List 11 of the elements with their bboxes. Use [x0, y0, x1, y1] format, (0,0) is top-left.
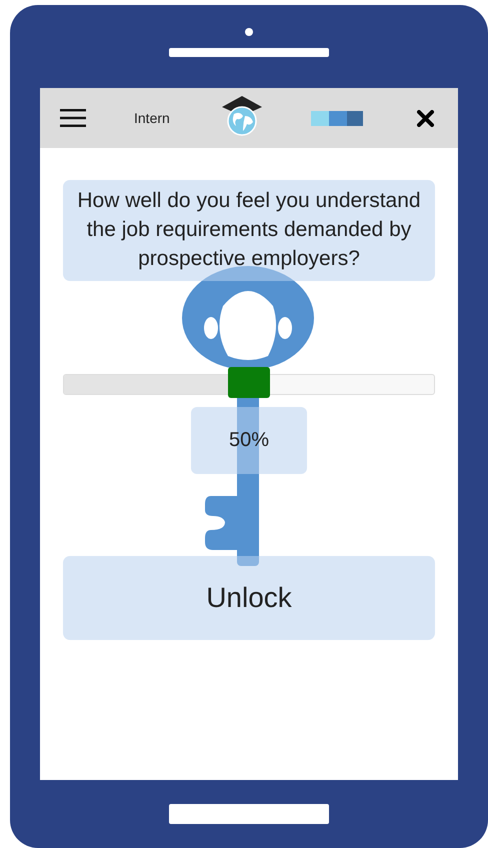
percent-reading: 50%: [191, 407, 307, 474]
question-text: How well do you feel you understand the job requirements demanded by prospective employers?: [63, 180, 435, 281]
menu-icon[interactable]: [60, 109, 86, 127]
unlock-button[interactable]: Unlock: [63, 556, 435, 640]
graduation-globe-icon: [220, 96, 264, 136]
slider-thumb[interactable]: [228, 367, 270, 398]
close-icon[interactable]: [417, 110, 434, 126]
app-title: Intern: [134, 110, 170, 126]
progress-segments-icon: [310, 110, 363, 126]
slider[interactable]: [63, 367, 435, 398]
camera-icon: [245, 28, 253, 36]
